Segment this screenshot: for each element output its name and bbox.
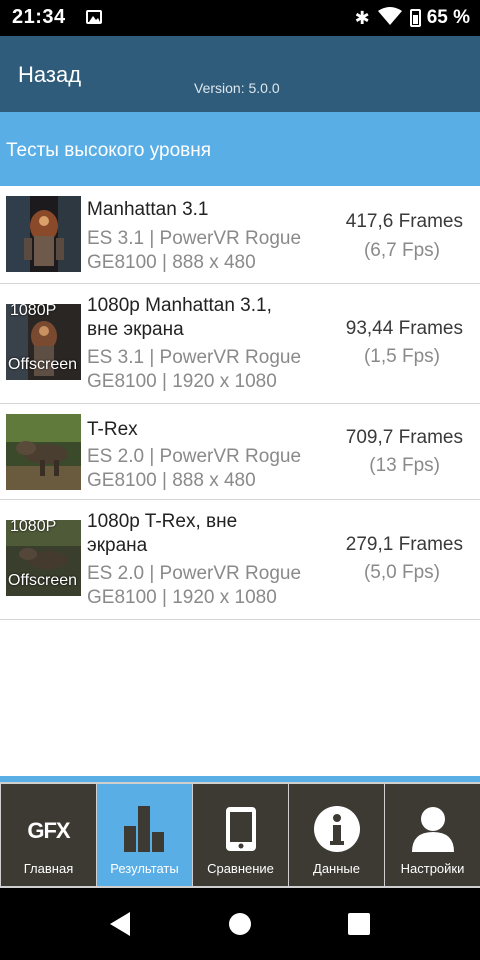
test-resolution-line: GE8100 | 1920 x 1080 [87,371,277,392]
test-title: T-Rex [87,418,138,442]
results-list: Manhattan 3.1 ES 3.1 | PowerVR Rogue GE8… [0,186,480,620]
section-title: Тесты высокого уровня [6,140,212,161]
manhattan-offscreen-thumbnail: 1080P Offscreen [6,304,81,380]
tab-compare[interactable]: Сравнение [193,784,288,886]
status-time: 21:34 [12,6,66,28]
version-label: Version: 5.0.0 [194,80,280,96]
frames-value: 417,6 Frames [345,211,463,232]
test-title-line: 1080p Manhattan 3.1, [87,295,272,316]
battery-icon [409,9,421,27]
tab-label: Сравнение [207,861,274,876]
recent-apps-square-icon[interactable] [348,913,370,935]
test-title-line: 1080p T-Rex, вне [87,511,238,532]
fps-value: (5,0 Fps) [363,562,440,583]
frames-value: 279,1 Frames [345,534,463,555]
user-icon [410,806,456,857]
back-button[interactable]: Назад [18,62,81,88]
thumb-label-resolution: 1080P [10,304,57,319]
info-icon [313,806,360,857]
test-details: ES 2.0 | PowerVR Rogue GE8100 | 1920 x 1… [87,562,301,610]
tab-label: Настройки [400,861,465,876]
system-nav-bar [0,888,480,960]
phone-icon [225,806,257,857]
section-header: Тесты высокого уровня [0,112,480,186]
test-resolution-line: GE8100 | 1920 x 1080 [87,587,277,608]
test-resolution-line: GE8100 | 888 x 480 [87,470,256,491]
bar-chart-icon [122,806,168,857]
thumb-label-offscreen: Offscreen [8,572,78,589]
trex-thumbnail [6,414,81,490]
test-title: Manhattan 3.1 [87,198,208,222]
test-details: ES 3.1 | PowerVR Rogue GE8100 | 888 x 48… [87,227,301,275]
test-title: 1080p Manhattan 3.1, вне экрана [87,294,272,342]
image-icon [86,10,102,24]
tab-results[interactable]: Результаты [97,784,192,886]
result-row-manhattan-1080p-offscreen[interactable]: 1080P Offscreen 1080p Manhattan 3.1, вне… [0,284,480,404]
test-api-line: ES 3.1 | PowerVR Rogue [87,347,302,368]
fps-value: (1,5 Fps) [363,346,440,367]
test-api-line: ES 2.0 | PowerVR Rogue [87,563,302,584]
test-api-line: ES 2.0 | PowerVR Rogue [87,446,302,467]
tab-settings[interactable]: Настройки [385,784,480,886]
status-icons: ✱ 65 % [347,6,470,30]
status-bar: 21:34 ✱ 65 % [0,0,480,36]
test-title: 1080p T-Rex, вне экрана [87,510,237,558]
tab-data[interactable]: Данные [289,784,384,886]
thumb-label-offscreen: Offscreen [8,356,78,373]
result-row-trex-1080p-offscreen[interactable]: 1080P Offscreen 1080p T-Rex, вне экрана … [0,500,480,620]
frames-value: 709,7 Frames [345,427,463,448]
test-resolution-line: GE8100 | 888 x 480 [87,252,256,273]
trex-offscreen-thumbnail: 1080P Offscreen [6,520,81,596]
wifi-icon [377,6,402,30]
home-circle-icon[interactable] [229,913,251,935]
tab-label: Данные [313,861,360,876]
result-row-manhattan[interactable]: Manhattan 3.1 ES 3.1 | PowerVR Rogue GE8… [0,186,480,284]
back-triangle-icon[interactable] [110,912,130,936]
result-row-trex[interactable]: T-Rex ES 2.0 | PowerVR Rogue GE8100 | 88… [0,404,480,500]
tab-home[interactable]: GFX Главная [1,784,96,886]
test-title-line: экрана [87,535,148,556]
test-details: ES 3.1 | PowerVR Rogue GE8100 | 1920 x 1… [87,346,301,394]
tab-label: Результаты [110,861,179,876]
test-title-line: вне экрана [87,319,184,340]
test-title-line: Manhattan 3.1 [87,199,209,220]
frames-value: 93,44 Frames [345,318,463,339]
test-api-line: ES 3.1 | PowerVR Rogue [87,228,302,249]
test-title-line: T-Rex [87,419,138,440]
nav-accent-bar [0,776,480,782]
app-header: Назад Version: 5.0.0 [0,36,480,112]
manhattan-thumbnail [6,196,81,272]
fps-value: (6,7 Fps) [363,240,440,261]
battery-percent: 65 % [426,7,470,28]
bottom-nav: GFX Главная Результаты Сравнение Данные … [0,776,480,888]
fps-value: (13 Fps) [369,455,440,476]
tab-label: Главная [23,861,74,876]
thumb-label-resolution: 1080P [10,520,57,535]
bluetooth-icon: ✱ [354,7,370,28]
gfx-logo-icon: GFX [27,818,70,843]
test-details: ES 2.0 | PowerVR Rogue GE8100 | 888 x 48… [87,445,301,493]
